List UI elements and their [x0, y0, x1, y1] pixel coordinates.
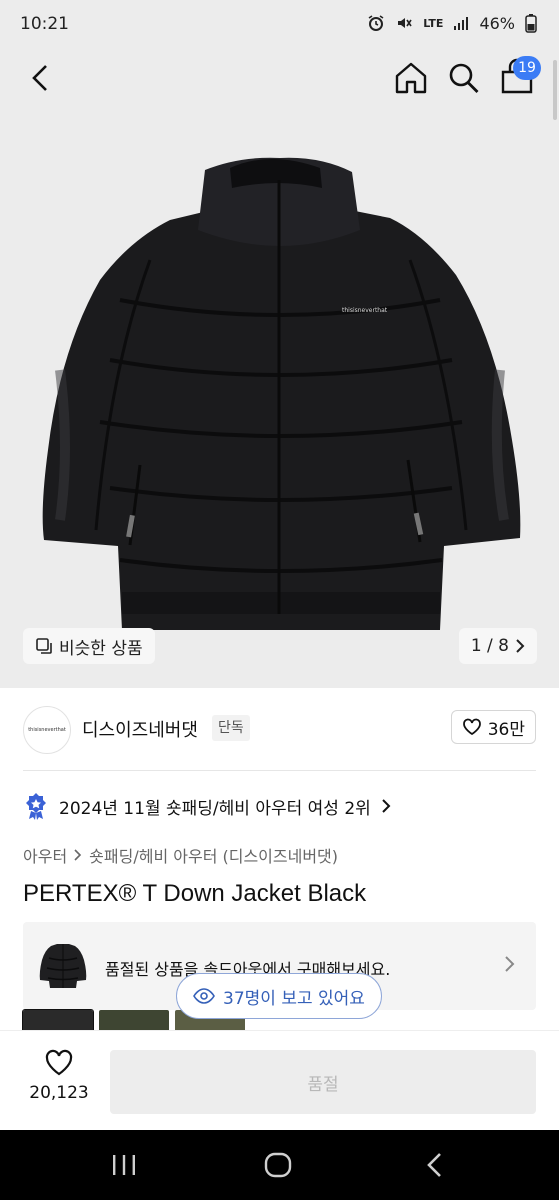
search-icon[interactable]	[447, 60, 481, 96]
chevron-right-icon	[74, 849, 82, 861]
exclusive-badge: 단독	[212, 715, 250, 741]
gallery-page-indicator[interactable]: 1 / 8	[458, 628, 537, 664]
mute-icon	[398, 18, 412, 28]
chevron-right-icon	[382, 799, 391, 813]
brand-logo[interactable]: thisisneverthat	[23, 706, 71, 754]
brand-like-button[interactable]: 36만	[450, 710, 536, 744]
home-button-icon[interactable]	[264, 1152, 292, 1178]
brand-logo-text: thisisneverthat	[28, 727, 66, 733]
chevron-right-icon	[516, 639, 525, 653]
heart-icon	[45, 1049, 73, 1076]
back-arrow-icon[interactable]	[26, 60, 56, 96]
brand-row: thisisneverthat 디스이즈네버댓 단독 36만	[0, 688, 559, 770]
soldout-button: 품절	[110, 1050, 536, 1114]
color-swatch[interactable]	[22, 1009, 94, 1033]
heart-icon	[462, 718, 481, 736]
cart-count-badge: 19	[513, 56, 541, 80]
eye-icon	[193, 988, 215, 1004]
page-indicator-text: 1 / 8	[470, 636, 509, 656]
battery-percent: 46%	[479, 13, 515, 33]
bottom-action-bar: 20,123 품절	[0, 1030, 559, 1130]
color-swatch[interactable]	[99, 1010, 169, 1032]
breadcrumb-category[interactable]: 아우터	[23, 843, 67, 867]
ranking-medal-icon	[26, 793, 46, 820]
brand-like-count: 36만	[487, 719, 525, 740]
product-gallery[interactable]: thisisneverthat 비슷한 상품 1 / 8	[0, 50, 559, 688]
ranking-link[interactable]: 2024년 11월 숏패딩/헤비 아우터 여성 2위	[23, 792, 391, 820]
system-navigation-bar	[0, 1130, 559, 1200]
network-label: LTE	[423, 16, 444, 30]
home-icon[interactable]	[393, 60, 429, 96]
divider	[23, 770, 536, 771]
product-title: PERTEX® T Down Jacket Black	[23, 880, 367, 907]
viewers-count-pill: 37명이 보고 있어요	[176, 973, 382, 1019]
scrollbar[interactable]	[553, 60, 557, 120]
ranking-text: 2024년 11월 숏패딩/헤비 아우터 여성 2위	[59, 798, 371, 819]
signal-icon	[454, 17, 469, 30]
back-button-icon[interactable]	[424, 1152, 446, 1178]
viewers-count-text: 37명이 보고 있어요	[223, 988, 365, 1009]
recent-apps-icon[interactable]	[110, 1154, 138, 1176]
alarm-icon	[368, 15, 384, 31]
status-time: 10:21	[20, 14, 69, 34]
brand-name[interactable]: 디스이즈네버댓	[82, 716, 198, 742]
breadcrumb-subcategory[interactable]: 숏패딩/헤비 아우터 (디스이즈네버댓)	[89, 843, 338, 867]
status-icons: LTE 46%	[367, 13, 537, 33]
similar-products-label: 비슷한 상품	[59, 638, 143, 659]
breadcrumb: 아우터 숏패딩/헤비 아우터 (디스이즈네버댓)	[23, 843, 338, 867]
wishlist-button[interactable]: 20,123	[22, 1049, 96, 1119]
soldout-product-thumbnail	[39, 944, 87, 988]
copy-icon	[36, 638, 52, 654]
wishlist-count: 20,123	[29, 1083, 89, 1103]
status-bar: 10:21 LTE 46%	[0, 0, 559, 50]
similar-products-button[interactable]: 비슷한 상품	[23, 628, 155, 664]
battery-icon	[525, 14, 537, 33]
jacket-logo: thisisneverthat	[342, 307, 388, 314]
chevron-right-icon	[505, 956, 515, 972]
product-image: thisisneverthat	[42, 157, 521, 630]
